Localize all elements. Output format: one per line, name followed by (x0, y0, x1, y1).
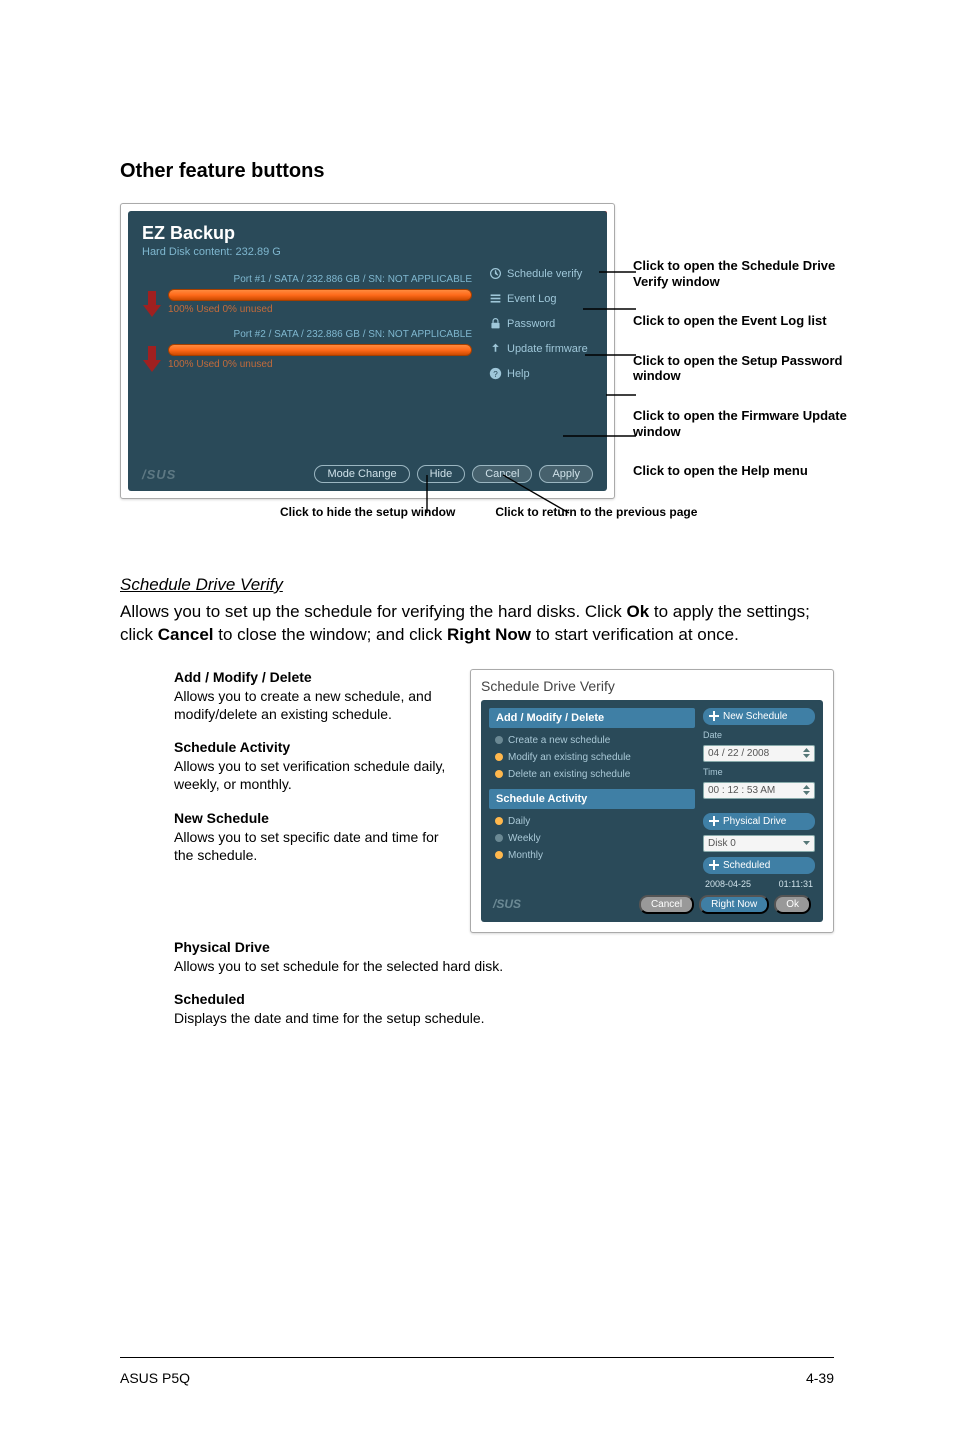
def-amd-body: Allows you to create a new schedule, and… (174, 687, 446, 723)
opt-modify[interactable]: Modify an existing schedule (489, 749, 695, 766)
sdv-dialog: Schedule Drive Verify Add / Modify / Del… (470, 669, 834, 933)
event-log-link[interactable]: Event Log (489, 292, 599, 305)
ez-title: EZ Backup (142, 223, 593, 244)
sdv-ok-button[interactable]: Ok (774, 895, 811, 914)
arrow-down-icon (142, 344, 162, 374)
arrow-down-icon (142, 289, 162, 319)
update-firmware-link[interactable]: Update firmware (489, 342, 599, 355)
asus-logo: /SUS (493, 897, 521, 911)
time-input[interactable]: 00 : 12 : 53 AM (703, 782, 815, 799)
list-icon (489, 292, 502, 305)
caption-hide: Click to hide the setup window (280, 505, 455, 519)
spinner-icon (803, 785, 810, 795)
callout-firmware: Click to open the Firmware Update window (633, 408, 863, 439)
footer-left: ASUS P5Q (120, 1370, 190, 1386)
disk-select[interactable]: Disk 0 (703, 835, 815, 852)
usage-bar-1 (168, 289, 472, 301)
spinner-icon (803, 748, 810, 758)
callouts: Click to open the Schedule Drive Verify … (633, 258, 863, 479)
port-1-label: Port #1 / SATA / 232.886 GB / SN: NOT AP… (142, 274, 472, 285)
physical-drive-button[interactable]: Physical Drive (703, 813, 815, 830)
callout-event-log: Click to open the Event Log list (633, 313, 863, 329)
ez-subtitle: Hard Disk content: 232.89 G (142, 246, 593, 258)
mode-change-button[interactable]: Mode Change (314, 465, 409, 483)
section-title: Other feature buttons (120, 160, 834, 183)
sdv-sa-header: Schedule Activity (489, 789, 695, 809)
callout-password: Click to open the Setup Password window (633, 353, 863, 384)
upload-icon (489, 342, 502, 355)
sdv-dialog-title: Schedule Drive Verify (481, 678, 823, 694)
plus-icon (709, 860, 719, 870)
def-sch-body: Displays the date and time for the setup… (174, 1009, 734, 1027)
opt-weekly[interactable]: Weekly (489, 830, 695, 847)
asus-logo: /SUS (142, 467, 176, 482)
opt-create[interactable]: Create a new schedule (489, 732, 695, 749)
def-amd-title: Add / Modify / Delete (174, 669, 446, 685)
lock-icon (489, 317, 502, 330)
usage-text-1: 100% Used 0% unused (168, 304, 472, 315)
time-label: Time (703, 767, 815, 777)
opt-daily[interactable]: Daily (489, 813, 695, 830)
sdv-cancel-button[interactable]: Cancel (639, 895, 694, 914)
def-sch-title: Scheduled (174, 991, 834, 1007)
def-ns-body: Allows you to set specific date and time… (174, 828, 446, 864)
date-input[interactable]: 04 / 22 / 2008 (703, 745, 815, 762)
plus-icon (709, 816, 719, 826)
scheduled-label: Scheduled (703, 857, 815, 874)
sdv-amd-header: Add / Modify / Delete (489, 708, 695, 728)
def-sa-title: Schedule Activity (174, 739, 446, 755)
port-2-label: Port #2 / SATA / 232.886 GB / SN: NOT AP… (142, 329, 472, 340)
def-pd-body: Allows you to set schedule for the selec… (174, 957, 734, 975)
cancel-button[interactable]: Cancel (472, 465, 532, 483)
apply-button[interactable]: Apply (539, 465, 593, 483)
schedule-verify-link[interactable]: Schedule verify (489, 267, 599, 280)
new-schedule-button[interactable]: New Schedule (703, 708, 815, 725)
sdv-right-now-button[interactable]: Right Now (699, 895, 769, 914)
svg-text:?: ? (493, 370, 498, 379)
def-sa-body: Allows you to set verification schedule … (174, 757, 446, 793)
opt-delete[interactable]: Delete an existing schedule (489, 766, 695, 783)
caption-cancel: Click to return to the previous page (495, 505, 697, 519)
clock-icon (489, 267, 502, 280)
chevron-down-icon (803, 838, 810, 848)
opt-monthly[interactable]: Monthly (489, 847, 695, 864)
usage-bar-2 (168, 344, 472, 356)
help-icon: ? (489, 367, 502, 380)
password-link[interactable]: Password (489, 317, 599, 330)
plus-icon (709, 711, 719, 721)
help-link[interactable]: ? Help (489, 367, 599, 380)
def-ns-title: New Schedule (174, 810, 446, 826)
footer-right: 4-39 (806, 1370, 834, 1386)
callout-schedule-verify: Click to open the Schedule Drive Verify … (633, 258, 863, 289)
date-label: Date (703, 730, 815, 740)
sdv-heading: Schedule Drive Verify (120, 575, 834, 595)
callout-help: Click to open the Help menu (633, 463, 863, 479)
hide-button[interactable]: Hide (417, 465, 466, 483)
ez-backup-window: – □ x EZ Backup Hard Disk content: 232.8… (120, 203, 615, 499)
sdv-paragraph: Allows you to set up the schedule for ve… (120, 601, 834, 647)
usage-text-2: 100% Used 0% unused (168, 359, 472, 370)
def-pd-title: Physical Drive (174, 939, 834, 955)
scheduled-value: 2008-04-2501:11:31 (703, 879, 815, 889)
